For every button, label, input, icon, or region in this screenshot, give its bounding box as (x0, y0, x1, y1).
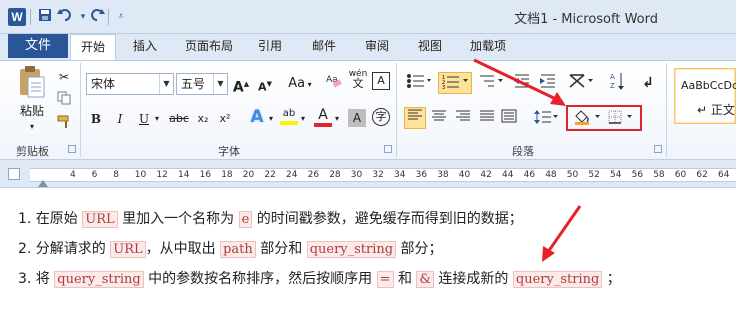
annotation-arrows (473, 58, 582, 262)
arrow-to-toolbar (473, 58, 566, 106)
arrow-to-text (542, 205, 582, 262)
